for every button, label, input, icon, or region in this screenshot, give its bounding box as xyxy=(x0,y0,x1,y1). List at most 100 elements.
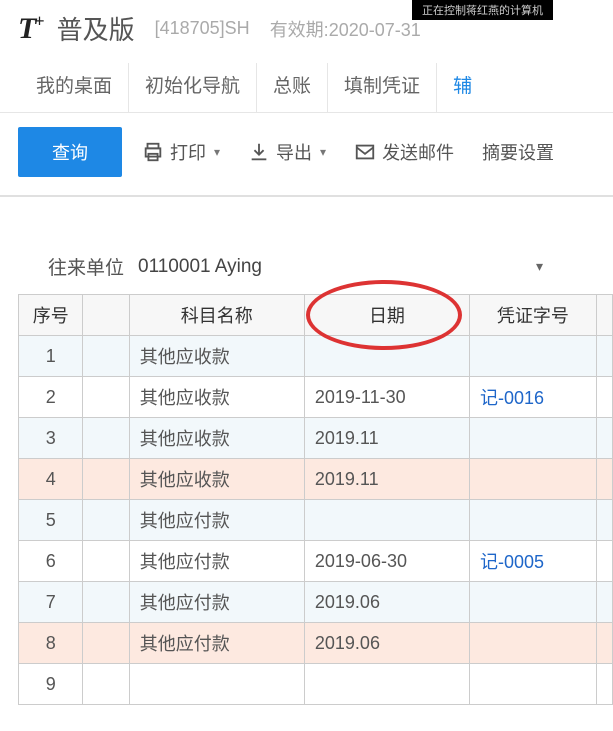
col-vno[interactable]: 凭证字号 xyxy=(470,295,597,336)
cell-vno xyxy=(470,664,597,705)
partner-select[interactable]: 0110001 Aying ▾ xyxy=(138,256,613,278)
cell-edge xyxy=(596,377,612,418)
cell-name: 其他应收款 xyxy=(129,377,304,418)
cell-gap xyxy=(83,664,129,705)
app-logo: T+ xyxy=(18,11,43,46)
cell-name: 其他应付款 xyxy=(129,500,304,541)
valid-until-label: 有效期: xyxy=(270,20,329,40)
cell-edge xyxy=(596,418,612,459)
summary-settings-button[interactable]: 摘要设置 xyxy=(474,133,562,171)
cell-date: 2019.06 xyxy=(304,623,469,664)
cell-name: 其他应付款 xyxy=(129,623,304,664)
col-edge xyxy=(596,295,612,336)
query-button[interactable]: 查询 xyxy=(18,127,122,177)
cell-seq: 6 xyxy=(19,541,83,582)
data-table: 序号 科目名称 日期 凭证字号 1其他应收款2其他应收款2019-11-30记-… xyxy=(18,294,613,705)
col-gap xyxy=(83,295,129,336)
tab-aux[interactable]: 辅 xyxy=(437,63,488,112)
table-row[interactable]: 4其他应收款2019.11 xyxy=(19,459,613,500)
table-row[interactable]: 9 xyxy=(19,664,613,705)
print-icon xyxy=(142,141,164,163)
col-seq[interactable]: 序号 xyxy=(19,295,83,336)
col-date[interactable]: 日期 xyxy=(304,295,469,336)
cell-gap xyxy=(83,582,129,623)
toolbar-divider xyxy=(0,195,613,197)
export-label: 导出 xyxy=(276,139,312,165)
cell-vno xyxy=(470,336,597,377)
remote-control-banner: 正在控制蒋红燕的计算机 xyxy=(412,0,553,20)
cell-name: 其他应收款 xyxy=(129,418,304,459)
cell-date xyxy=(304,664,469,705)
tab-general-ledger[interactable]: 总账 xyxy=(257,63,328,112)
table-row[interactable]: 1 其他应收款 xyxy=(19,336,613,377)
cell-vno xyxy=(470,459,597,500)
cell-name xyxy=(129,664,304,705)
cell-gap xyxy=(83,377,129,418)
table-row[interactable]: 2 其他应收款2019-11-30记-0016 xyxy=(19,377,613,418)
summary-settings-label: 摘要设置 xyxy=(482,139,554,165)
cell-name: 其他应收款 xyxy=(129,459,304,500)
tab-voucher-entry[interactable]: 填制凭证 xyxy=(328,63,437,112)
app-edition: 普及版 xyxy=(57,10,135,47)
cell-vno xyxy=(470,500,597,541)
export-button[interactable]: 导出 ▾ xyxy=(240,133,334,171)
cell-name: 其他应收款 xyxy=(129,336,304,377)
table-row[interactable]: 7其他应付款2019.06 xyxy=(19,582,613,623)
data-table-wrap: 序号 科目名称 日期 凭证字号 1其他应收款2其他应收款2019-11-30记-… xyxy=(0,294,613,705)
cell-gap xyxy=(83,500,129,541)
cell-name: 其他应付款 xyxy=(129,582,304,623)
valid-until-value: 2020-07-31 xyxy=(329,20,421,40)
chevron-down-icon: ▾ xyxy=(536,258,543,275)
table-header-row: 序号 科目名称 日期 凭证字号 xyxy=(19,295,613,336)
table-row[interactable]: 6 其他应付款2019-06-30记-0005 xyxy=(19,541,613,582)
print-button[interactable]: 打印 ▾ xyxy=(134,133,228,171)
send-mail-button[interactable]: 发送邮件 xyxy=(346,133,462,171)
cell-seq: 5 xyxy=(19,500,83,541)
cell-date: 2019.11 xyxy=(304,418,469,459)
table-row[interactable]: 3 其他应收款2019.11 xyxy=(19,418,613,459)
export-icon xyxy=(248,141,270,163)
cell-edge xyxy=(596,664,612,705)
filter-label: 往来单位 xyxy=(48,253,124,280)
cell-gap xyxy=(83,459,129,500)
cell-seq: 1 xyxy=(19,336,83,377)
cell-edge xyxy=(596,541,612,582)
company-code: [418705]SH xyxy=(155,18,250,39)
print-label: 打印 xyxy=(170,139,206,165)
table-row[interactable]: 5 其他应付款 xyxy=(19,500,613,541)
cell-gap xyxy=(83,541,129,582)
table-row[interactable]: 8 其他应付款2019.06 xyxy=(19,623,613,664)
cell-vno[interactable]: 记-0005 xyxy=(470,541,597,582)
cell-gap xyxy=(83,418,129,459)
col-name[interactable]: 科目名称 xyxy=(129,295,304,336)
cell-edge xyxy=(596,459,612,500)
cell-edge xyxy=(596,336,612,377)
chevron-down-icon: ▾ xyxy=(214,145,220,159)
cell-name: 其他应付款 xyxy=(129,541,304,582)
tab-init-nav[interactable]: 初始化导航 xyxy=(129,63,257,112)
cell-gap xyxy=(83,623,129,664)
cell-edge xyxy=(596,500,612,541)
cell-gap xyxy=(83,336,129,377)
cell-seq: 9 xyxy=(19,664,83,705)
cell-date xyxy=(304,500,469,541)
cell-seq: 8 xyxy=(19,623,83,664)
cell-date: 2019-11-30 xyxy=(304,377,469,418)
cell-seq: 3 xyxy=(19,418,83,459)
cell-date xyxy=(304,336,469,377)
main-tabs: 我的桌面 初始化导航 总账 填制凭证 辅 xyxy=(0,53,613,113)
cell-edge xyxy=(596,582,612,623)
send-mail-label: 发送邮件 xyxy=(382,139,454,165)
cell-seq: 7 xyxy=(19,582,83,623)
cell-vno[interactable]: 记-0016 xyxy=(470,377,597,418)
cell-seq: 2 xyxy=(19,377,83,418)
chevron-down-icon: ▾ xyxy=(320,145,326,159)
toolbar: 查询 打印 ▾ 导出 ▾ 发送邮件 摘要设置 xyxy=(0,113,613,195)
cell-vno xyxy=(470,623,597,664)
filter-row: 往来单位 0110001 Aying ▾ xyxy=(0,209,613,294)
tab-desktop[interactable]: 我的桌面 xyxy=(20,63,129,112)
valid-until: 有效期:2020-07-31 xyxy=(270,16,421,42)
mail-icon xyxy=(354,141,376,163)
cell-date: 2019-06-30 xyxy=(304,541,469,582)
cell-vno xyxy=(470,418,597,459)
